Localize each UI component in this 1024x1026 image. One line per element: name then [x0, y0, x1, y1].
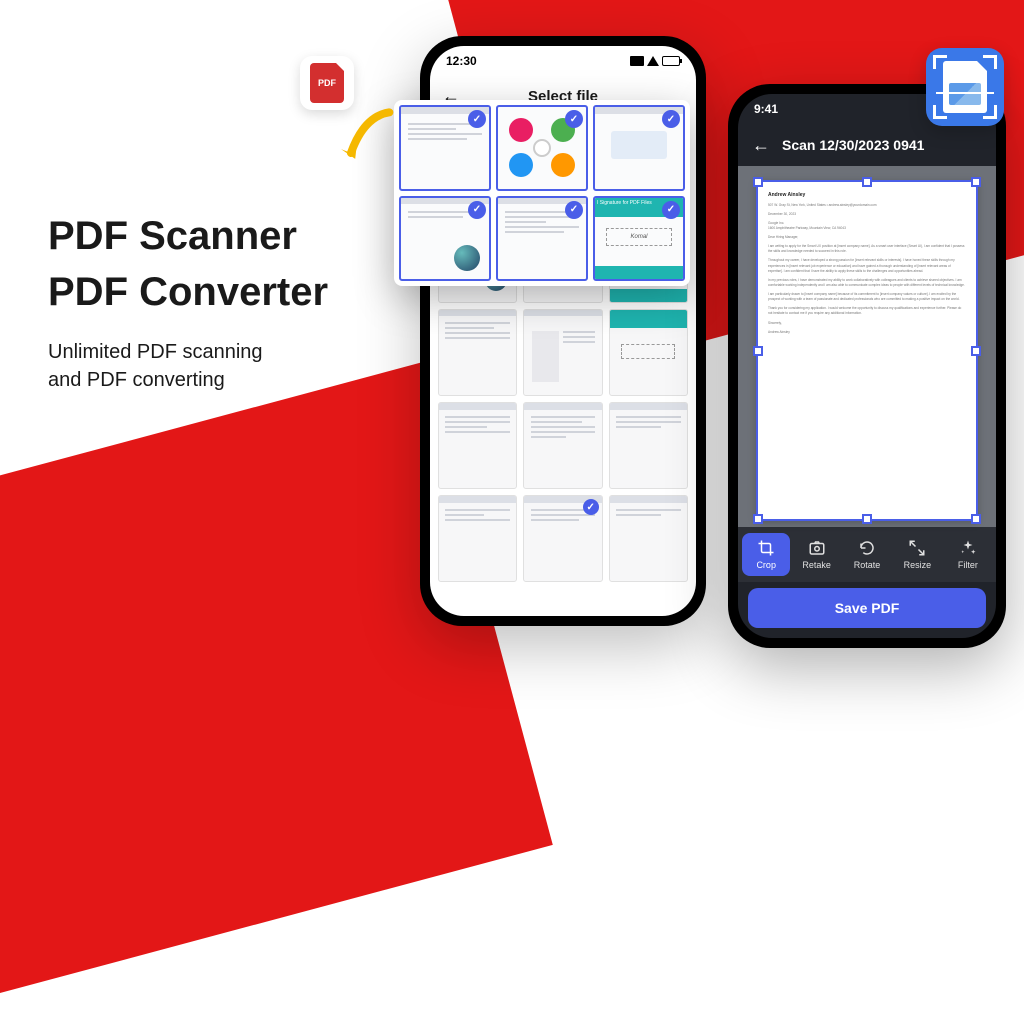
marketing-text: PDF Scanner PDF Converter Unlimited PDF …: [48, 210, 328, 394]
image-icon: [949, 83, 981, 105]
scan-preview[interactable]: Andrew Ainsley 507 W. Gray St, New York,…: [738, 166, 996, 527]
file-thumb[interactable]: ✓: [593, 105, 685, 191]
file-thumb[interactable]: [523, 402, 602, 489]
headline-1: PDF Scanner: [48, 210, 328, 262]
file-thumb[interactable]: ✓: [496, 105, 588, 191]
resize-button[interactable]: Resize: [893, 533, 941, 576]
crop-icon: [757, 539, 775, 557]
file-thumb[interactable]: [609, 495, 688, 582]
app-icon: [926, 48, 1004, 126]
scan-header: ← Scan 12/30/2023 0941: [738, 124, 996, 166]
scanned-document: Andrew Ainsley 507 W. Gray St, New York,…: [756, 180, 978, 521]
selected-files-overlay: ✓ ✓ ✓ ✓ ✓ I Signature for PDF FilesKomal…: [394, 100, 690, 286]
retake-icon: [808, 539, 826, 557]
file-thumb[interactable]: ✓: [399, 105, 491, 191]
status-time: 9:41: [754, 102, 778, 116]
crop-button[interactable]: Crop: [742, 533, 790, 576]
retake-button[interactable]: Retake: [792, 533, 840, 576]
resize-icon: [908, 539, 926, 557]
battery-icon: [662, 56, 680, 66]
scan-line-icon: [936, 92, 994, 94]
save-pdf-button[interactable]: Save PDF: [748, 588, 986, 628]
signal-icon: [630, 56, 644, 66]
pdf-badge: PDF: [300, 56, 354, 110]
selected-check-icon: ✓: [662, 110, 680, 128]
subhead: Unlimited PDF scanning and PDF convertin…: [48, 338, 328, 394]
document-icon: [943, 61, 987, 113]
phone-scan-edit: 9:41 ← Scan 12/30/2023 0941 Andrew Ainsl…: [728, 84, 1006, 648]
edit-toolbar: Crop Retake Rotate Resize Filter: [738, 527, 996, 582]
file-thumb[interactable]: [609, 309, 688, 396]
thumb-selected-icon: ✓: [583, 499, 599, 515]
file-thumb[interactable]: [438, 402, 517, 489]
headline-2: PDF Converter: [48, 266, 328, 318]
selected-check-icon: ✓: [662, 201, 680, 219]
file-thumb[interactable]: ✓: [496, 196, 588, 282]
file-thumb[interactable]: [609, 402, 688, 489]
file-thumb[interactable]: I Signature for PDF FilesKomal✓: [593, 196, 685, 282]
selected-check-icon: ✓: [565, 110, 583, 128]
doc-sender: Andrew Ainsley: [768, 192, 966, 200]
file-thumb[interactable]: [438, 495, 517, 582]
file-thumb[interactable]: ✓: [523, 495, 602, 582]
sub-line-1: Unlimited PDF scanning: [48, 341, 263, 363]
file-thumb[interactable]: ✓: [399, 196, 491, 282]
rotate-icon: [858, 539, 876, 557]
file-thumb[interactable]: [438, 309, 517, 396]
selected-check-icon: ✓: [468, 201, 486, 219]
selected-check-icon: ✓: [565, 201, 583, 219]
rotate-button[interactable]: Rotate: [843, 533, 891, 576]
sub-line-2: and PDF converting: [48, 369, 225, 391]
status-time: 12:30: [446, 54, 477, 68]
back-arrow-icon[interactable]: ←: [752, 135, 770, 156]
file-thumb[interactable]: [523, 309, 602, 396]
selected-check-icon: ✓: [468, 110, 486, 128]
filter-icon: [959, 539, 977, 557]
pdf-file-icon: PDF: [310, 63, 344, 103]
pdf-label: PDF: [318, 78, 336, 88]
wifi-icon: [647, 56, 659, 66]
filter-button[interactable]: Filter: [944, 533, 992, 576]
status-bar: 12:30: [430, 46, 696, 76]
scan-title: Scan 12/30/2023 0941: [782, 137, 924, 153]
